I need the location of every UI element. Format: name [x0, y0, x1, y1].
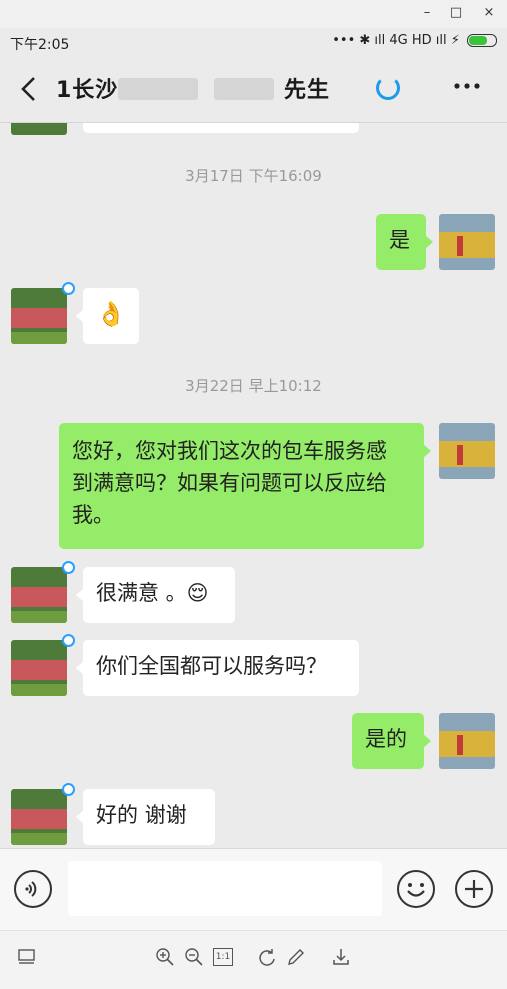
download-icon[interactable]: [331, 947, 351, 967]
status-indicators: ••• ✱ ıll 4G HD ıll ⚡: [332, 33, 497, 48]
message-text-line: 到满意吗？如果有问题可以反应给: [72, 471, 387, 495]
actual-size-icon[interactable]: 1:1: [213, 948, 233, 966]
contact-avatar[interactable]: [11, 789, 67, 845]
self-avatar[interactable]: [439, 423, 495, 479]
add-attachment-icon[interactable]: [455, 870, 493, 908]
online-indicator-icon: [62, 282, 75, 295]
bubble-tail: [423, 734, 431, 748]
self-avatar[interactable]: [439, 713, 495, 769]
online-indicator-icon: [62, 783, 75, 796]
battery-icon: [467, 34, 497, 47]
status-bar: 下午2:05 ••• ✱ ıll 4G HD ıll ⚡: [0, 28, 507, 56]
chat-title: 1长沙: [56, 72, 118, 104]
message-text-input[interactable]: [68, 861, 382, 916]
blurred-name-mask: [118, 78, 198, 100]
maximize-button[interactable]: □: [446, 4, 466, 22]
message-bubble-incoming[interactable]: 你们全国都可以服务吗？: [83, 640, 359, 696]
self-avatar[interactable]: [439, 214, 495, 270]
message-timestamp: 3月17日 下午16:09: [185, 167, 322, 185]
message-text: 是的: [365, 727, 407, 751]
message-bubble-outgoing[interactable]: 是的: [352, 713, 424, 769]
blurred-name-mask: [214, 78, 274, 100]
chat-message-list[interactable]: 3月17日 下午16:09 是 👌 3月22日 早上10:12 您好，您对我们这…: [0, 123, 507, 848]
message-text: 好的 谢谢: [96, 803, 187, 827]
message-text: 是: [389, 228, 410, 252]
chat-title-prefix: 1长沙: [56, 78, 119, 103]
voice-input-icon[interactable]: [14, 870, 52, 908]
message-input-bar: [0, 848, 507, 931]
message-text-line: 我。: [72, 503, 114, 527]
message-bubble-incoming[interactable]: 很满意 。😌: [83, 567, 235, 623]
message-timestamp: 3月22日 早上10:12: [185, 377, 322, 395]
more-options-icon[interactable]: [452, 76, 482, 96]
contact-avatar[interactable]: [11, 640, 67, 696]
bubble-tail: [425, 235, 433, 249]
status-time: 下午2:05: [10, 37, 70, 53]
online-indicator-icon: [62, 561, 75, 574]
bubble-tail: [423, 444, 431, 458]
back-arrow-icon[interactable]: [18, 74, 40, 104]
zoom-in-icon[interactable]: [155, 947, 175, 967]
message-text: 你们全国都可以服务吗？: [96, 654, 327, 678]
edit-icon[interactable]: [286, 947, 306, 967]
zoom-out-icon[interactable]: [184, 947, 204, 967]
message-bubble-outgoing[interactable]: 是: [376, 214, 426, 270]
message-bubble-incoming[interactable]: 👌: [83, 288, 139, 344]
ok-hand-emoji-icon: 👌: [96, 300, 126, 328]
close-window-button[interactable]: ×: [479, 4, 499, 22]
message-bubble-outgoing[interactable]: 您好，您对我们这次的包车服务感 到满意吗？如果有问题可以反应给 我。: [59, 423, 424, 549]
chat-title-suffix: 先生: [284, 78, 331, 103]
chat-header: 1长沙 先生: [0, 56, 507, 123]
contact-avatar[interactable]: [11, 567, 67, 623]
sidebar-icon[interactable]: [17, 947, 37, 967]
status-icons-text: ••• ✱ ıll 4G HD ıll ⚡: [332, 33, 460, 48]
message-bubble-partial[interactable]: [83, 123, 359, 133]
window-title-bar: – □ ×: [0, 0, 507, 28]
minimize-button[interactable]: –: [417, 4, 437, 22]
online-indicator-icon: [62, 634, 75, 647]
message-bubble-incoming[interactable]: 好的 谢谢: [83, 789, 215, 845]
contact-avatar[interactable]: [11, 288, 67, 344]
emoji-picker-icon[interactable]: [397, 870, 435, 908]
viewer-toolbar: 1:1: [0, 930, 507, 989]
message-text-line: 您好，您对我们这次的包车服务感: [72, 439, 387, 463]
rotate-icon[interactable]: [257, 947, 277, 967]
loading-spinner-icon: [376, 76, 400, 100]
message-text: 很满意 。😌: [96, 581, 209, 605]
contact-avatar[interactable]: [11, 123, 67, 135]
